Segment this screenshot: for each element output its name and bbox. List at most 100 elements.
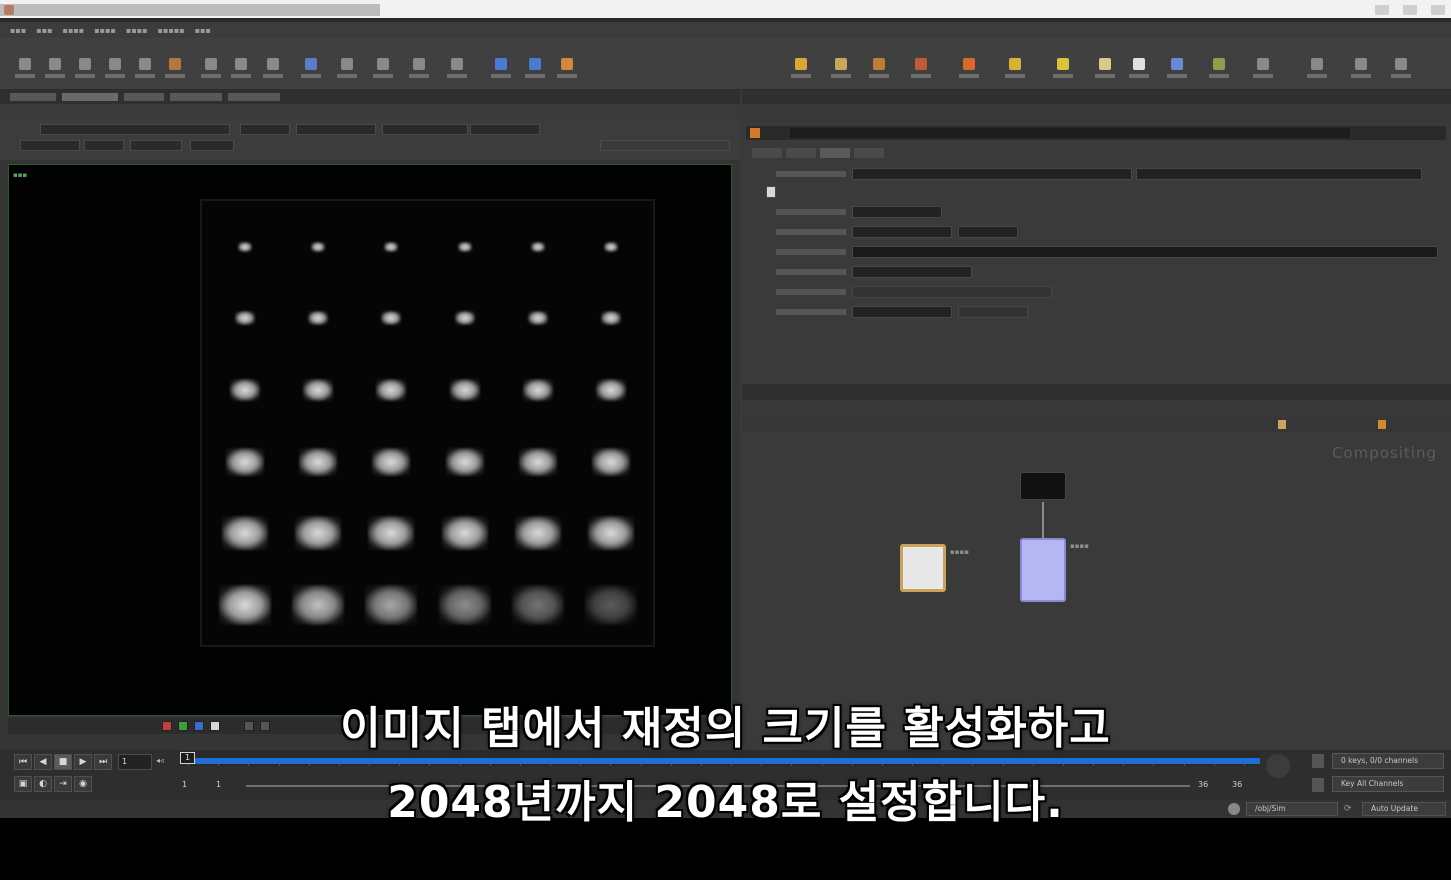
smoke-sprite <box>221 516 268 551</box>
network-path-bar[interactable] <box>742 400 1451 418</box>
node-color[interactable]: ▪▪▪▪ <box>900 544 969 592</box>
param-output-picture-ext[interactable] <box>1136 168 1422 180</box>
viewer-field[interactable] <box>84 140 124 151</box>
tab-output[interactable] <box>786 148 816 158</box>
sprite-frame-cell <box>575 426 648 498</box>
image-viewport[interactable]: ▪▪▪ <box>8 164 732 716</box>
param-image-size[interactable] <box>776 206 942 218</box>
sprite-frame-cell <box>575 569 648 641</box>
param-interpolation[interactable] <box>776 306 952 318</box>
shelf-tool[interactable] <box>1166 54 1188 84</box>
shelf-tool[interactable] <box>958 54 980 84</box>
network-tool-icon[interactable] <box>1378 420 1386 429</box>
sprite-frame-cell <box>501 354 574 426</box>
viewer-field[interactable] <box>470 124 540 135</box>
tab-render[interactable] <box>752 148 782 158</box>
shelf-tool[interactable] <box>300 54 322 84</box>
smoke-sprite <box>310 241 325 252</box>
shelf-tool[interactable] <box>1306 54 1328 84</box>
maximize-button[interactable] <box>1403 5 1417 15</box>
smoke-sprite <box>596 379 627 402</box>
param-interpolation-mode[interactable] <box>958 306 1028 318</box>
tab[interactable] <box>10 93 56 101</box>
tab-image[interactable] <box>820 148 850 158</box>
sprite-frame-cell <box>428 354 501 426</box>
param-output-picture[interactable] <box>776 168 1132 180</box>
smoke-sprite <box>229 379 260 402</box>
shelf-tool[interactable] <box>336 54 358 84</box>
smoke-sprite <box>449 379 480 402</box>
shelf-tool[interactable] <box>868 54 890 84</box>
menu-item[interactable]: ▪▪▪▪ <box>94 26 116 35</box>
tab[interactable] <box>170 93 222 101</box>
menu-item[interactable]: ▪▪▪ <box>195 26 211 35</box>
shelf-tool[interactable] <box>372 54 394 84</box>
node-rop-composite[interactable]: ▪▪▪▪ <box>1020 538 1089 602</box>
smoke-sprite <box>604 241 619 252</box>
menu-item[interactable]: ▪▪▪▪ <box>126 26 148 35</box>
shelf-tool[interactable] <box>490 54 512 84</box>
smoke-sprite <box>518 447 557 476</box>
shelf-tool[interactable] <box>1004 54 1026 84</box>
parameter-path-bar[interactable] <box>742 104 1451 122</box>
smoke-sprite <box>294 516 341 551</box>
param-resolution-y[interactable] <box>958 226 1018 238</box>
menu-item[interactable]: ▪▪▪ <box>36 26 52 35</box>
viewer-field[interactable] <box>190 140 234 151</box>
viewer-field[interactable] <box>382 124 468 135</box>
shelf-tool[interactable] <box>790 54 812 84</box>
shelf-tool[interactable] <box>262 54 284 84</box>
smoke-sprite <box>522 379 553 402</box>
shelf-tool[interactable] <box>74 54 96 84</box>
viewer-field[interactable] <box>240 124 290 135</box>
shelf-tool[interactable] <box>408 54 430 84</box>
tab[interactable] <box>124 93 164 101</box>
minimize-button[interactable] <box>1375 5 1389 15</box>
sprite-frame-cell <box>575 498 648 570</box>
viewer-field[interactable] <box>40 124 230 135</box>
shelf-tool[interactable] <box>1094 54 1116 84</box>
sprite-frame-cell <box>355 283 428 355</box>
shelf-tool[interactable] <box>1128 54 1150 84</box>
path-bar[interactable] <box>0 104 740 120</box>
shelf-tool[interactable] <box>44 54 66 84</box>
shelf-tool[interactable] <box>446 54 468 84</box>
param-format[interactable] <box>776 266 972 278</box>
tab[interactable] <box>228 93 280 101</box>
shelf-tool[interactable] <box>910 54 932 84</box>
shelf-tool[interactable] <box>104 54 126 84</box>
shelf-tool[interactable] <box>556 54 578 84</box>
param-resolution-x[interactable] <box>776 226 952 238</box>
menu-item[interactable]: ▪▪▪ <box>10 26 26 35</box>
viewer-field[interactable] <box>20 140 80 151</box>
viewer-display-options[interactable] <box>600 140 730 151</box>
shelf-tool[interactable] <box>230 54 252 84</box>
shelf-tool[interactable] <box>14 54 36 84</box>
menu-item[interactable]: ▪▪▪▪ <box>63 26 85 35</box>
shelf-tool[interactable] <box>1252 54 1274 84</box>
shelf-tool[interactable] <box>830 54 852 84</box>
step-back-icon[interactable]: ◂◃ <box>156 756 164 765</box>
menu-item[interactable]: ▪▪▪▪▪ <box>158 26 185 35</box>
shelf-tool[interactable] <box>1208 54 1230 84</box>
frame-range-bar[interactable] <box>180 758 1260 764</box>
viewer-field[interactable] <box>130 140 182 151</box>
shelf-tool[interactable] <box>1390 54 1412 84</box>
network-tool-icon[interactable] <box>1278 420 1286 429</box>
shelf-tool[interactable] <box>1350 54 1372 84</box>
param-output-file[interactable] <box>776 246 1438 258</box>
shelf-tool[interactable] <box>1052 54 1074 84</box>
shelf-tool[interactable] <box>200 54 222 84</box>
shelf-tool[interactable] <box>524 54 546 84</box>
override-size-checkbox[interactable] <box>766 186 776 198</box>
viewer-field[interactable] <box>296 124 376 135</box>
smoke-sprite <box>511 585 564 626</box>
close-button[interactable] <box>1431 5 1445 15</box>
shelf-tool[interactable] <box>134 54 156 84</box>
shelf-tool[interactable] <box>164 54 186 84</box>
tab[interactable] <box>62 93 118 101</box>
node-name-field[interactable] <box>790 128 1350 138</box>
param-scope[interactable] <box>776 286 1052 298</box>
tab-scripts[interactable] <box>854 148 884 158</box>
node-file[interactable] <box>1020 472 1066 500</box>
